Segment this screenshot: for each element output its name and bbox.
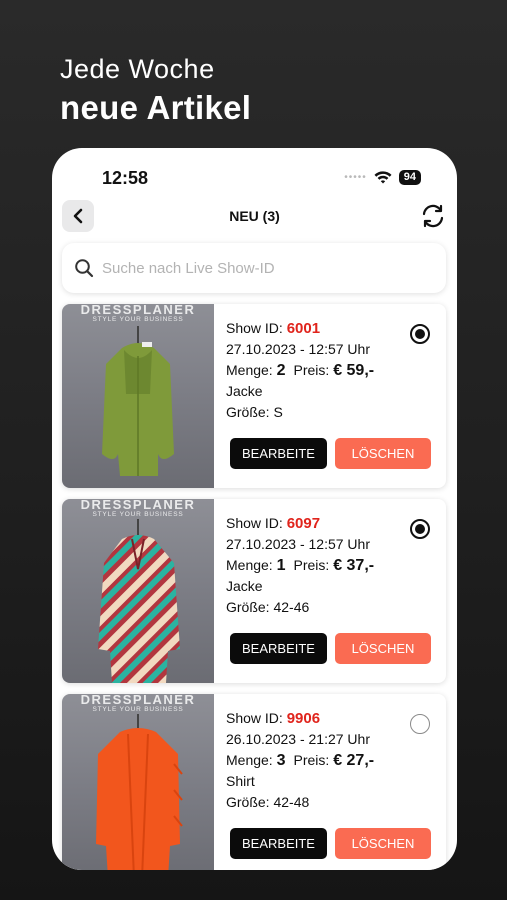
select-radio[interactable] (410, 714, 430, 734)
orange-cardigan-image (96, 714, 183, 870)
article-datetime: 27.10.2023 - 12:57 Uhr (226, 536, 370, 552)
select-radio[interactable] (410, 324, 430, 344)
wifi-icon (374, 170, 392, 183)
watermark-tagline: STYLE YOUR BUSINESS (92, 316, 184, 323)
show-id-value: 6001 (286, 320, 321, 337)
article-info: Show ID: 9906 26.10.2023 - 21:27 Uhr Men… (226, 708, 374, 813)
menge-value: 1 (276, 557, 286, 574)
preis-label: Preis: (293, 362, 330, 378)
headline-line-1: Jede Woche (60, 54, 215, 84)
article-image: DRESSPLANER STYLE YOUR BUSINESS (62, 694, 214, 870)
preis-label: Preis: (293, 752, 330, 768)
status-time: 12:58 (102, 168, 149, 188)
phone-screen: 12:58 ••••• 94 NEU (3) Suche nach Live S… (52, 148, 457, 870)
promo-headline: Jede Woche neue Artikel (60, 54, 251, 127)
headline-line-2: neue Artikel (60, 89, 252, 126)
signal-dots-icon: ••••• (344, 172, 367, 183)
edit-button[interactable]: BEARBEITE (230, 633, 327, 664)
search-icon (75, 259, 94, 278)
green-fur-jacket-image (102, 326, 174, 476)
groesse-label: Größe: (226, 404, 270, 420)
groesse-value: S (273, 404, 283, 420)
menge-label: Menge: (226, 557, 273, 573)
battery-indicator: 94 (398, 170, 421, 185)
article-info: Show ID: 6097 27.10.2023 - 12:57 Uhr Men… (226, 513, 374, 618)
article-card[interactable]: DRESSPLANER STYLE YOUR BUSINESS Show ID:… (62, 694, 446, 870)
preis-label: Preis: (293, 557, 330, 573)
delete-button[interactable]: LÖSCHEN (335, 633, 431, 664)
article-datetime: 27.10.2023 - 12:57 Uhr (226, 341, 370, 357)
article-info: Show ID: 6001 27.10.2023 - 12:57 Uhr Men… (226, 318, 374, 423)
groesse-label: Größe: (226, 599, 270, 615)
preis-value: € 59,- (333, 362, 375, 379)
refresh-button[interactable] (419, 202, 447, 230)
show-id-value: 6097 (286, 515, 321, 532)
show-id-label: Show ID: (226, 710, 283, 726)
article-image: DRESSPLANER STYLE YOUR BUSINESS (62, 304, 214, 488)
show-id-value: 9906 (286, 710, 321, 727)
edit-button[interactable]: BEARBEITE (230, 438, 327, 469)
search-input[interactable] (102, 259, 402, 277)
article-image: DRESSPLANER STYLE YOUR BUSINESS (62, 499, 214, 683)
show-id-label: Show ID: (226, 515, 283, 531)
watermark-tagline: STYLE YOUR BUSINESS (92, 706, 184, 713)
status-bar: 12:58 ••••• 94 (52, 148, 457, 198)
refresh-icon (422, 204, 444, 228)
groesse-label: Größe: (226, 794, 270, 810)
preis-value: € 27,- (333, 752, 375, 769)
article-card[interactable]: DRESSPLANER STYLE YOUR BUSINESS Show ID:… (62, 499, 446, 683)
preis-value: € 37,- (333, 557, 375, 574)
page-title: NEU (3) (229, 208, 280, 224)
article-datetime: 26.10.2023 - 21:27 Uhr (226, 731, 370, 747)
delete-button[interactable]: LÖSCHEN (335, 438, 431, 469)
groesse-value: 42-46 (273, 599, 310, 615)
article-list: DRESSPLANER STYLE YOUR BUSINESS Show ID:… (62, 304, 446, 870)
groesse-value: 42-48 (273, 794, 310, 810)
article-type: Jacke (226, 578, 263, 594)
watermark-tagline: STYLE YOUR BUSINESS (92, 511, 184, 518)
select-radio[interactable] (410, 519, 430, 539)
article-card[interactable]: DRESSPLANER STYLE YOUR BUSINESS Show ID:… (62, 304, 446, 488)
menge-value: 3 (276, 752, 286, 769)
show-id-label: Show ID: (226, 320, 283, 336)
delete-button[interactable]: LÖSCHEN (335, 828, 431, 859)
menge-value: 2 (276, 362, 286, 379)
search-bar[interactable] (62, 243, 446, 293)
menge-label: Menge: (226, 752, 273, 768)
article-type: Shirt (226, 773, 255, 789)
menge-label: Menge: (226, 362, 273, 378)
chevron-pattern-coat-image (98, 519, 180, 683)
article-type: Jacke (226, 383, 263, 399)
edit-button[interactable]: BEARBEITE (230, 828, 327, 859)
nav-bar: NEU (3) (52, 198, 457, 234)
